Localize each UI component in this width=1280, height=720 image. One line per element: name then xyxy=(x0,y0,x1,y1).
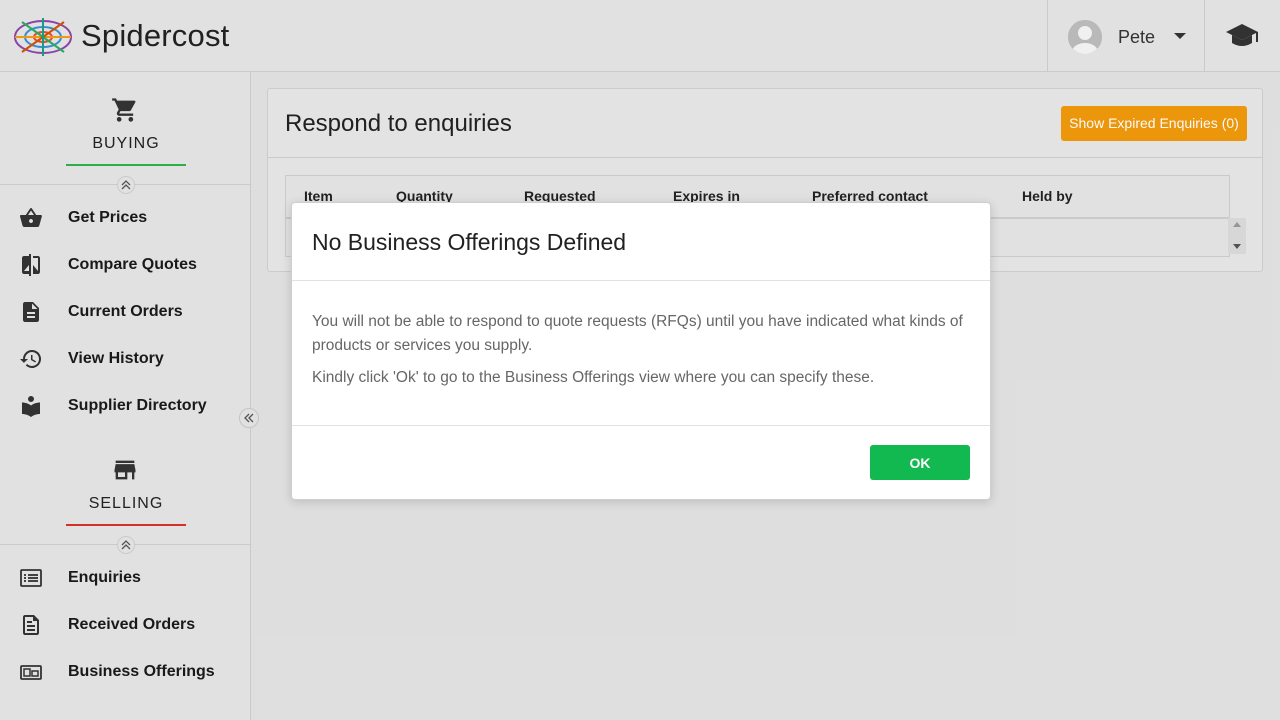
dialog-title: No Business Offerings Defined xyxy=(312,229,627,255)
dialog-instruction: Kindly click 'Ok' to go to the Business … xyxy=(312,369,875,386)
dialog-message: You will not be able to respond to quote… xyxy=(312,313,963,354)
no-business-offerings-dialog: No Business Offerings Defined You will n… xyxy=(291,202,991,500)
dialog-header-divider xyxy=(292,280,990,281)
dialog-footer-divider xyxy=(292,425,990,426)
ok-button[interactable]: OK xyxy=(870,445,970,480)
